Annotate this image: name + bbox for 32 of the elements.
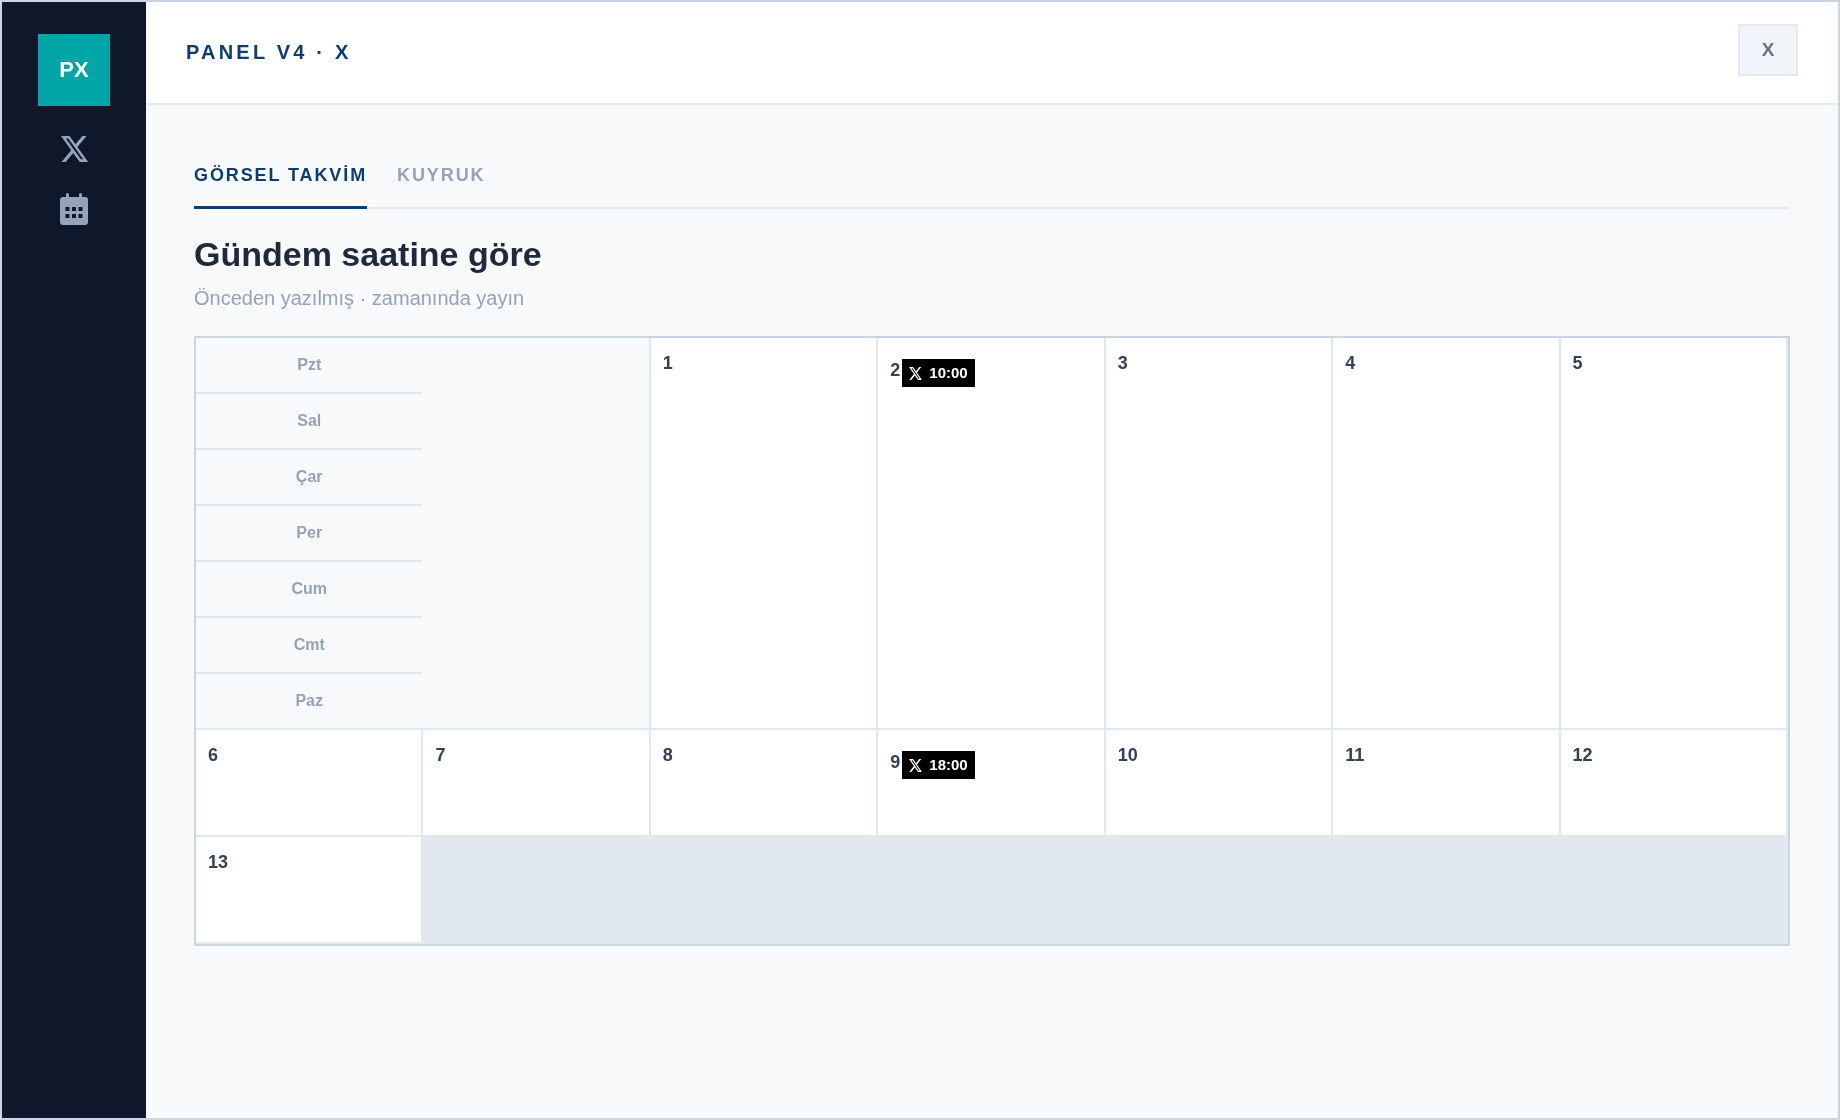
tab[interactable]: GÖRSEL TAKVİM [194, 145, 368, 209]
day-number: 7 [435, 744, 446, 766]
day-number: 6 [208, 744, 218, 766]
weekday-label: Pzt [297, 356, 322, 374]
day-number: 10 [1117, 744, 1138, 766]
app-logo: PX [38, 34, 110, 106]
day-number: 9 [890, 750, 901, 773]
close-button[interactable]: X [1738, 23, 1798, 76]
day-number: 12 [1572, 744, 1593, 766]
weekday-label: Paz [295, 692, 323, 710]
page-heading: Gündem saatine göre [194, 234, 543, 274]
panel-title: PANEL V4 · X [186, 41, 352, 64]
event-chip[interactable]: 18:00 [902, 751, 975, 779]
event-chip[interactable]: 10:00 [902, 359, 975, 387]
day-number: 1 [662, 352, 673, 374]
stylized-x-icon [909, 366, 923, 380]
weekday-label: Çar [295, 468, 323, 486]
weekday-label: Cum [291, 580, 327, 598]
day-number: 11 [1345, 744, 1365, 766]
weekday-label: Cmt [293, 636, 325, 654]
stylized-x-icon [909, 758, 923, 772]
calendar-icon[interactable] [60, 193, 88, 225]
day-number: 13 [208, 851, 229, 873]
stylized-x-icon[interactable] [60, 136, 88, 162]
day-number: 3 [1117, 352, 1128, 374]
day-number: 2 [890, 358, 901, 381]
weekday-label: Per [296, 524, 323, 542]
weekday-label: Sal [297, 412, 322, 430]
day-number: 4 [1345, 352, 1356, 374]
day-number: 5 [1572, 352, 1583, 374]
day-number: 8 [662, 744, 673, 766]
page-subtitle: Önceden yazılmış · zamanında yayın [194, 286, 526, 311]
